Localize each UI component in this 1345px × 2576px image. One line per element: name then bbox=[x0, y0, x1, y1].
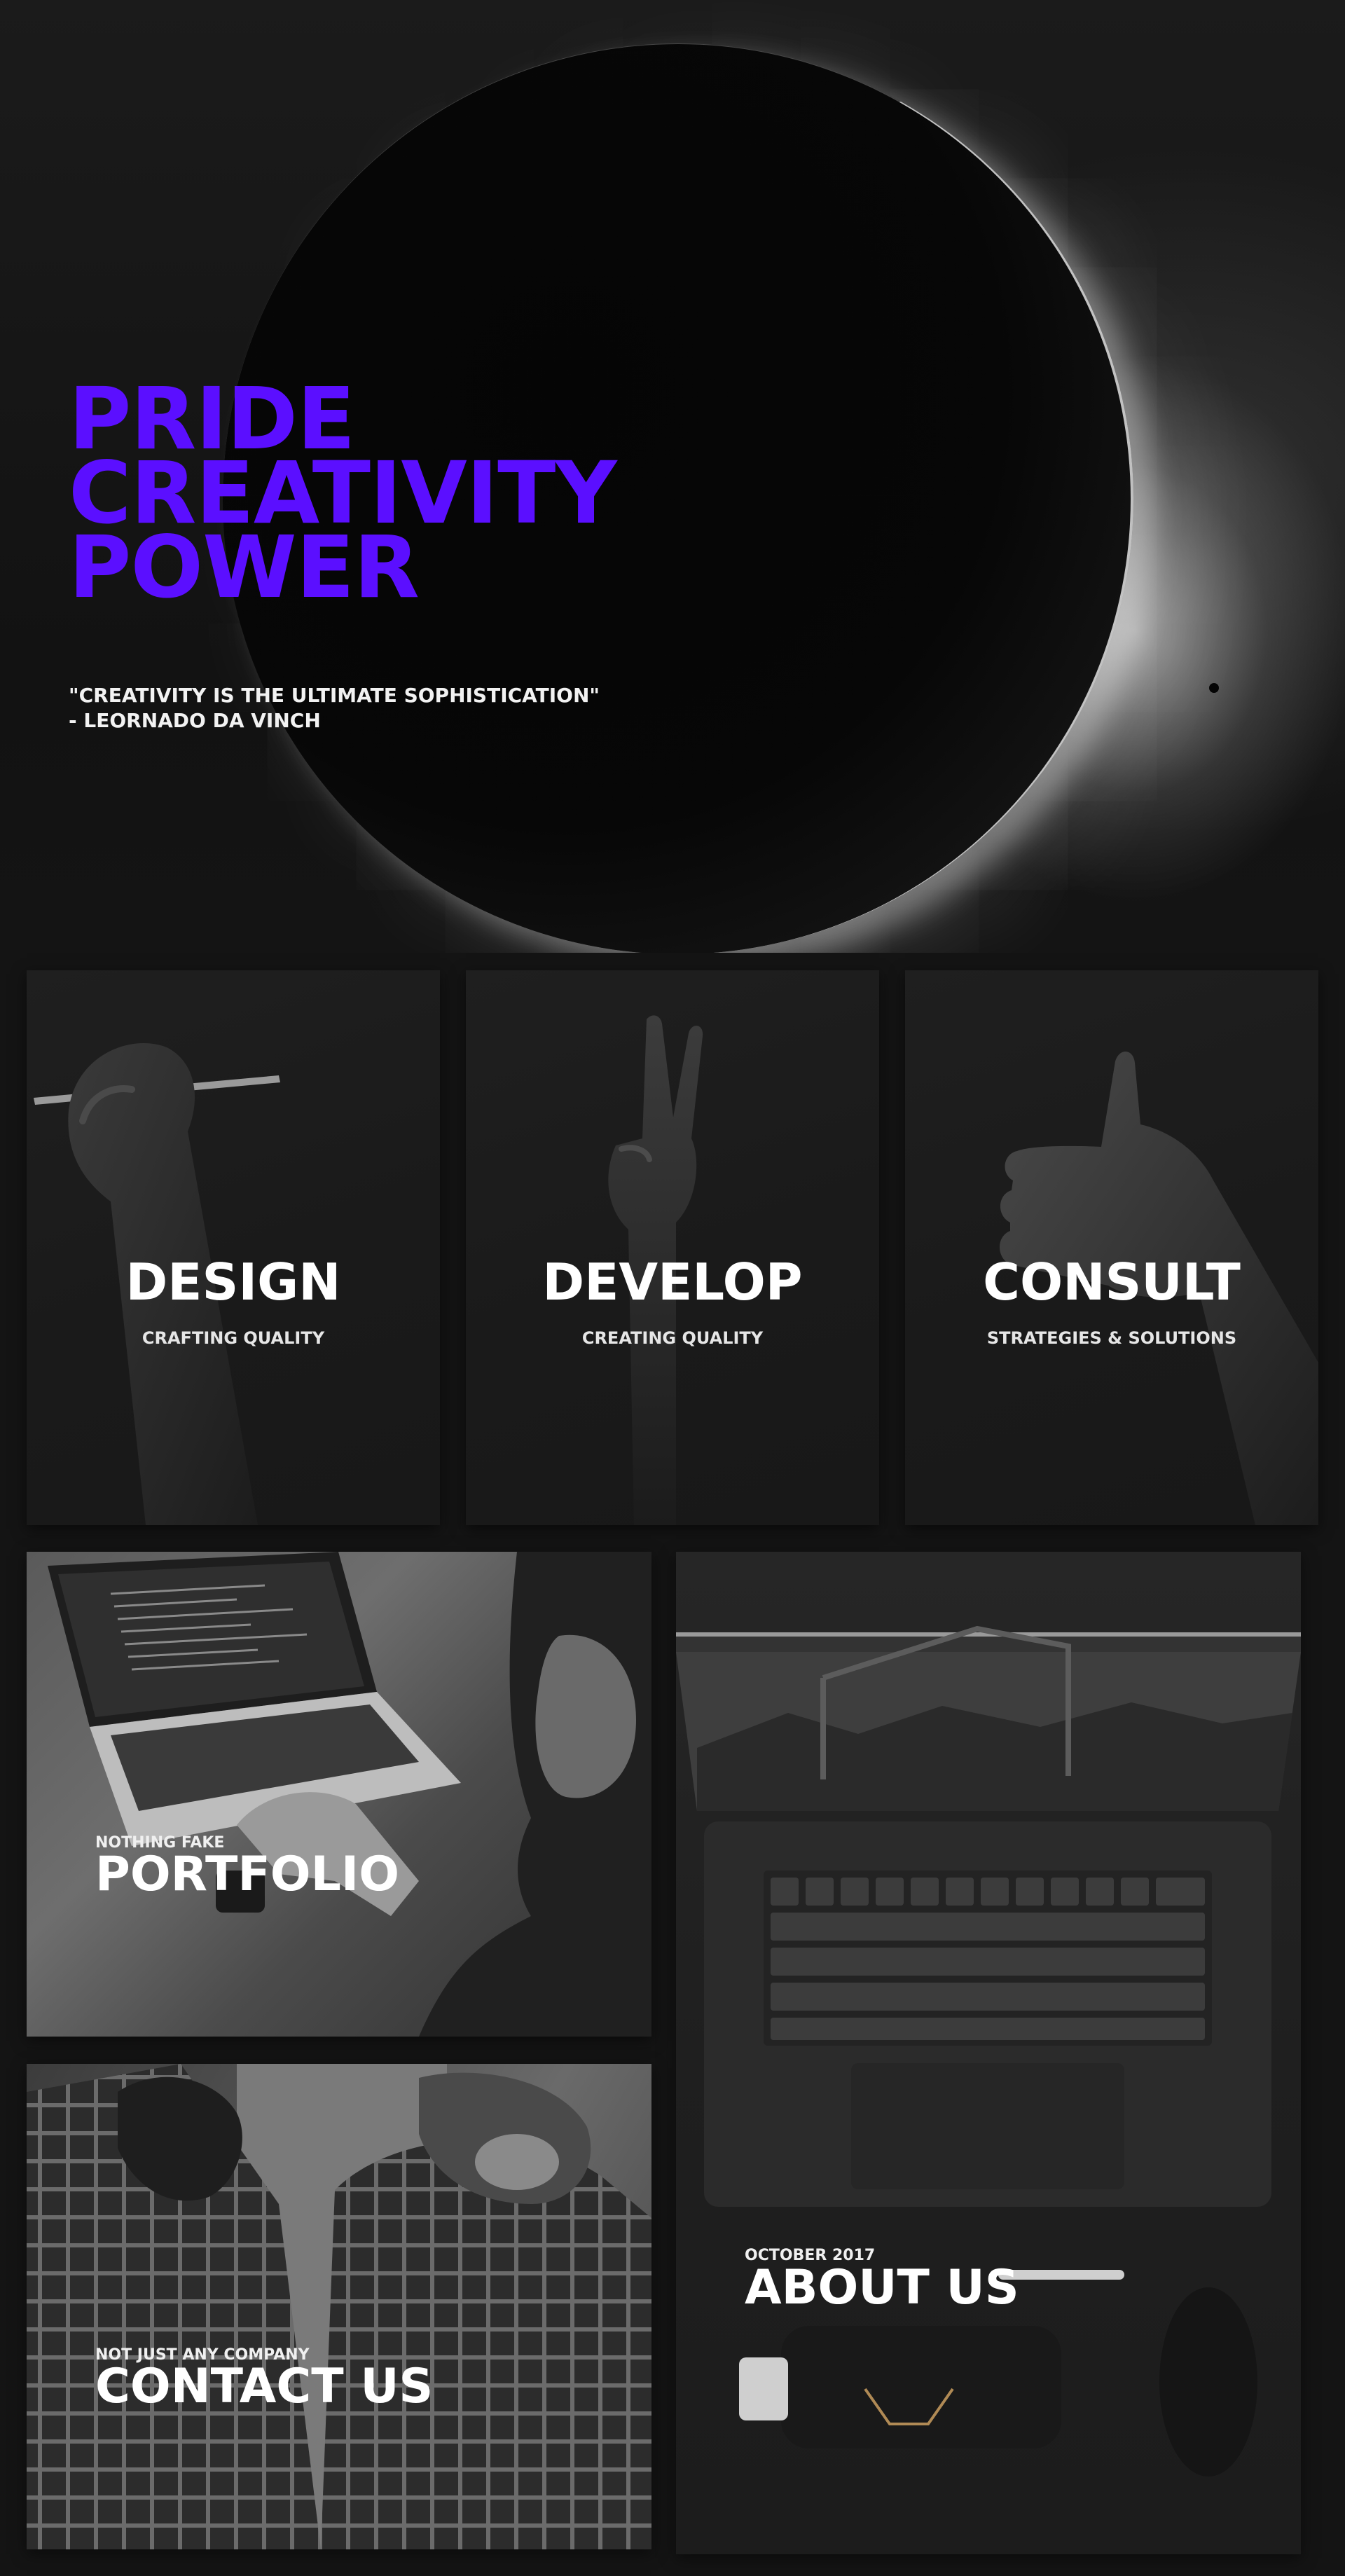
contact-heading: CONTACT US bbox=[95, 2359, 434, 2414]
portfolio-tile[interactable]: NOTHING FAKE PORTFOLIO bbox=[27, 1552, 651, 2037]
contact-tile[interactable]: NOT JUST ANY COMPANY CONTACT US bbox=[27, 2064, 651, 2549]
thumbs-up-icon bbox=[1000, 1051, 1318, 1525]
hero-section: PRIDE CREATIVITY POWER "CREATIVITY IS TH… bbox=[0, 0, 1345, 953]
hero-title: PRIDE CREATIVITY POWER bbox=[69, 376, 617, 610]
about-tile[interactable]: OCTOBER 2017 ABOUT US bbox=[676, 1552, 1301, 2554]
service-subtitle: CRAFTING QUALITY bbox=[142, 1328, 325, 1348]
portfolio-heading: PORTFOLIO bbox=[95, 1847, 400, 1902]
service-card-design[interactable]: DESIGN CRAFTING QUALITY bbox=[27, 970, 440, 1525]
service-title: CONSULT bbox=[983, 1253, 1241, 1311]
service-subtitle: STRATEGIES & SOLUTIONS bbox=[986, 1328, 1237, 1348]
service-title: DEVELOP bbox=[542, 1253, 803, 1311]
hero-quote: "CREATIVITY IS THE ULTIMATE SOPHISTICATI… bbox=[69, 683, 600, 733]
hero-quote-author: - LEORNADO DA VINCH bbox=[69, 709, 321, 732]
about-heading: ABOUT US bbox=[745, 2260, 1019, 2315]
service-card-develop[interactable]: DEVELOP CREATING QUALITY bbox=[466, 970, 879, 1525]
desk-photo bbox=[676, 1625, 1301, 2477]
service-subtitle: CREATING QUALITY bbox=[581, 1328, 764, 1348]
laptop-photo bbox=[48, 1552, 651, 2037]
peace-hand-icon bbox=[608, 1015, 703, 1525]
hand-pencil-icon bbox=[34, 1043, 280, 1525]
service-card-consult[interactable]: CONSULT STRATEGIES & SOLUTIONS bbox=[905, 970, 1318, 1525]
service-title: DESIGN bbox=[125, 1253, 341, 1311]
hero-quote-text: "CREATIVITY IS THE ULTIMATE SOPHISTICATI… bbox=[69, 684, 600, 707]
planet-moon bbox=[1209, 683, 1219, 693]
people-photo bbox=[27, 2064, 651, 2549]
